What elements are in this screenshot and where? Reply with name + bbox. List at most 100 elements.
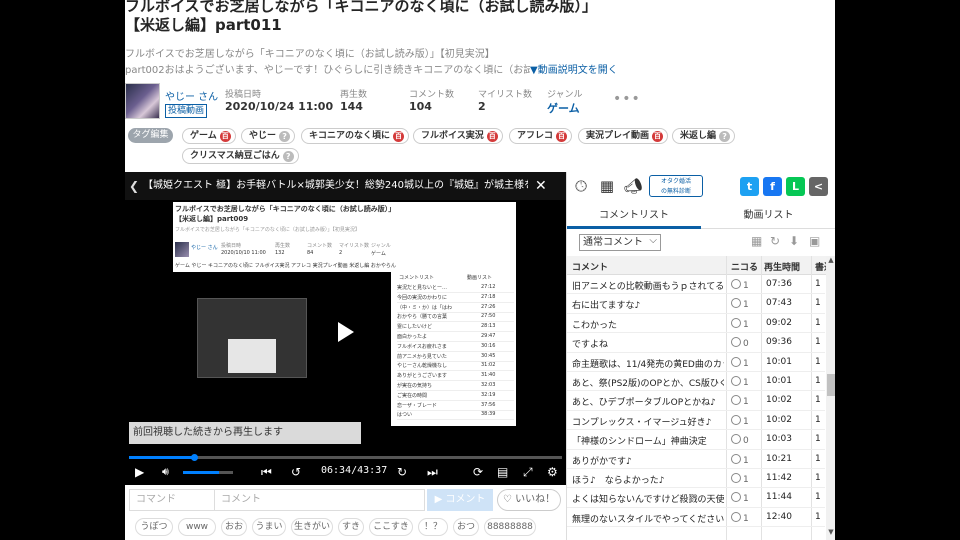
fullscreen-icon[interactable]: ⤢ xyxy=(523,464,533,480)
nico-count[interactable]: 0 xyxy=(731,434,749,446)
quick-comment-button[interactable]: うまい xyxy=(252,518,286,536)
nico-count[interactable]: 1 xyxy=(731,298,749,310)
col-time[interactable]: 再生時間 xyxy=(764,260,800,273)
nicoru-icon[interactable] xyxy=(731,453,741,464)
rewind-icon[interactable]: ↺ xyxy=(291,464,301,480)
share-icon[interactable]: < xyxy=(809,177,828,196)
comment-toggle-icon[interactable]: ▤ xyxy=(497,464,508,480)
filter-icon[interactable]: ▣ xyxy=(809,234,820,248)
volume-slider[interactable] xyxy=(183,471,233,474)
comment-row[interactable]: あと、ひデブポータブルOPとかね♪ 1 10:02 1 xyxy=(567,391,825,411)
history-icon[interactable]: 🕓︎ xyxy=(571,176,591,196)
nicoru-icon[interactable] xyxy=(731,337,741,348)
quick-comment-button[interactable]: 生きがい xyxy=(291,518,333,536)
comment-send-button[interactable]: ▶ コメント xyxy=(427,489,493,511)
quick-comment-button[interactable]: www xyxy=(178,518,216,536)
download-icon[interactable]: ⬇ xyxy=(789,234,799,248)
seek-bar[interactable] xyxy=(129,454,562,461)
nico-count[interactable]: 1 xyxy=(731,453,749,466)
nico-count[interactable]: 1 xyxy=(731,317,749,330)
settings-icon[interactable]: ⚙ xyxy=(547,464,558,480)
comment-row[interactable]: こわかった 1 09:02 1 xyxy=(567,314,825,334)
resume-notice[interactable]: 前回視聴した続きから再生します xyxy=(129,422,361,444)
nicoru-icon[interactable] xyxy=(731,395,741,406)
nico-count[interactable]: 1 xyxy=(731,492,749,504)
nicoru-icon[interactable] xyxy=(731,511,741,522)
ad-banner[interactable]: ❮ 【城姫クエスト 極】お手軽バトル×城郭美少女！総勢240城以上の『城姫』が城… xyxy=(125,172,566,200)
skip-back-icon[interactable]: ⏮︎ xyxy=(261,464,272,480)
nico-count[interactable]: 1 xyxy=(731,375,749,388)
quick-comment-button[interactable]: ！？ xyxy=(418,518,448,536)
comment-row[interactable]: よくは知らないんですけど殺戮の天使 1 11:44 1 xyxy=(567,488,825,508)
tag-item[interactable]: 米返し編? xyxy=(672,128,736,144)
scroll-thumb[interactable] xyxy=(827,374,835,396)
nicoru-icon[interactable] xyxy=(731,414,741,425)
play-icon[interactable]: ▶ xyxy=(135,464,144,480)
scrollbar[interactable]: ▲ ▼ xyxy=(826,256,835,540)
ad-text[interactable]: 【城姫クエスト 極】お手軽バトル×城郭美少女！総勢240城以上の『城姫』が城主様… xyxy=(143,172,528,200)
close-icon[interactable]: ✕ xyxy=(535,172,547,200)
nico-count[interactable]: 1 xyxy=(731,414,749,427)
facebook-icon[interactable]: f xyxy=(763,177,782,196)
uploader-name[interactable]: やじー さん xyxy=(165,88,218,103)
command-input[interactable]: コマンド xyxy=(129,489,215,511)
comment-row[interactable]: あと、祭(PS2版)のOPとか、CS版ひぐらしの曲 1 10:01 1 xyxy=(567,372,825,392)
comment-row[interactable]: 命主題歌は、11/4発売の黄ED曲のカップリング 1 10:01 1 xyxy=(567,353,825,372)
quick-comment-button[interactable]: ここすき xyxy=(369,518,413,536)
tab-comment-list[interactable]: コメントリスト xyxy=(567,202,701,229)
nicoru-icon[interactable] xyxy=(731,492,741,503)
nico-count[interactable]: 1 xyxy=(731,511,749,524)
comment-row[interactable]: ですよね 0 09:36 1 xyxy=(567,333,825,353)
comment-row[interactable]: 旧アニメとの比較動画もうｐされてる 1 07:36 1 xyxy=(567,275,825,295)
quick-comment-button[interactable]: おお xyxy=(221,518,247,536)
nicoru-icon[interactable] xyxy=(731,434,741,445)
nico-count[interactable]: 1 xyxy=(731,395,749,407)
tag-item[interactable]: ゲーム百 xyxy=(182,128,236,144)
nicoru-icon[interactable] xyxy=(731,298,741,309)
quick-comment-button[interactable]: すき xyxy=(338,518,364,536)
skip-next-icon[interactable]: ⏭︎ xyxy=(427,464,438,480)
tag-item[interactable]: フルボイス実況百 xyxy=(413,128,503,144)
comment-row[interactable]: ほう♪ ならよかった♪ 1 11:42 1 xyxy=(567,469,825,489)
nico-count[interactable]: 0 xyxy=(731,337,749,349)
loop-icon[interactable]: ⟳ xyxy=(473,464,483,480)
forward-icon[interactable]: ↻ xyxy=(397,464,407,480)
stat-value-genre[interactable]: ゲーム xyxy=(547,100,580,116)
comment-row[interactable]: 無理のないスタイルでやってください 1 12:40 1 xyxy=(567,508,825,528)
tag-item[interactable]: 実況プレイ動画百 xyxy=(578,128,669,144)
comment-row[interactable]: ありがかです♪ 1 10:21 1 xyxy=(567,450,825,469)
volume-icon[interactable]: 🔊︎ xyxy=(162,464,169,480)
like-button[interactable]: ♡ いいね！ xyxy=(497,489,561,511)
tag-edit-button[interactable]: タグ編集 xyxy=(128,128,173,143)
comment-row[interactable]: 右に出てますな♪ 1 07:43 1 xyxy=(567,294,825,314)
quick-comment-button[interactable]: 88888888 xyxy=(484,518,536,536)
nicoru-icon[interactable] xyxy=(731,472,741,483)
col-comment[interactable]: コメント xyxy=(572,260,608,273)
megaphone-icon[interactable]: 📣︎ xyxy=(623,176,643,196)
otaku-ad-button[interactable]: オタク婚活 の無料診断 xyxy=(649,175,703,197)
comment-input[interactable]: コメント xyxy=(215,489,425,511)
nicoru-icon[interactable] xyxy=(731,375,741,386)
quick-comment-button[interactable]: うぽつ xyxy=(135,518,173,536)
nicoru-icon[interactable] xyxy=(731,279,741,289)
calendar-icon[interactable]: ▦ xyxy=(751,234,762,248)
line-icon[interactable]: L xyxy=(786,177,805,196)
more-menu-icon[interactable]: ••• xyxy=(613,91,641,107)
play-overlay-icon[interactable] xyxy=(317,310,373,354)
scroll-down-icon[interactable]: ▼ xyxy=(826,528,835,538)
tag-item[interactable]: アフレコ百 xyxy=(509,128,573,144)
video-player[interactable]: ❮ 【城姫クエスト 極】お手軽バトル×城郭美少女！総勢240城以上の『城姫』が城… xyxy=(125,172,566,485)
tag-item[interactable]: キコニアのなく頃に百 xyxy=(301,128,410,144)
chevron-left-icon[interactable]: ❮ xyxy=(129,172,139,200)
refresh-icon[interactable]: ↻ xyxy=(770,234,780,248)
scroll-up-icon[interactable]: ▲ xyxy=(826,256,835,266)
nicoru-icon[interactable] xyxy=(731,317,741,328)
uploader-avatar[interactable] xyxy=(125,83,160,119)
comment-row[interactable]: 「神様のシンドローム」神曲決定 0 10:03 1 xyxy=(567,430,825,450)
col-nico[interactable]: ニコる xyxy=(731,260,758,273)
quick-comment-button[interactable]: おつ xyxy=(453,518,479,536)
tag-item[interactable]: クリスマス納豆ごはん? xyxy=(182,148,299,164)
seek-handle[interactable] xyxy=(191,454,199,461)
tag-item[interactable]: やじー? xyxy=(241,128,296,144)
playlist-add-icon[interactable]: ▦ xyxy=(597,176,617,196)
